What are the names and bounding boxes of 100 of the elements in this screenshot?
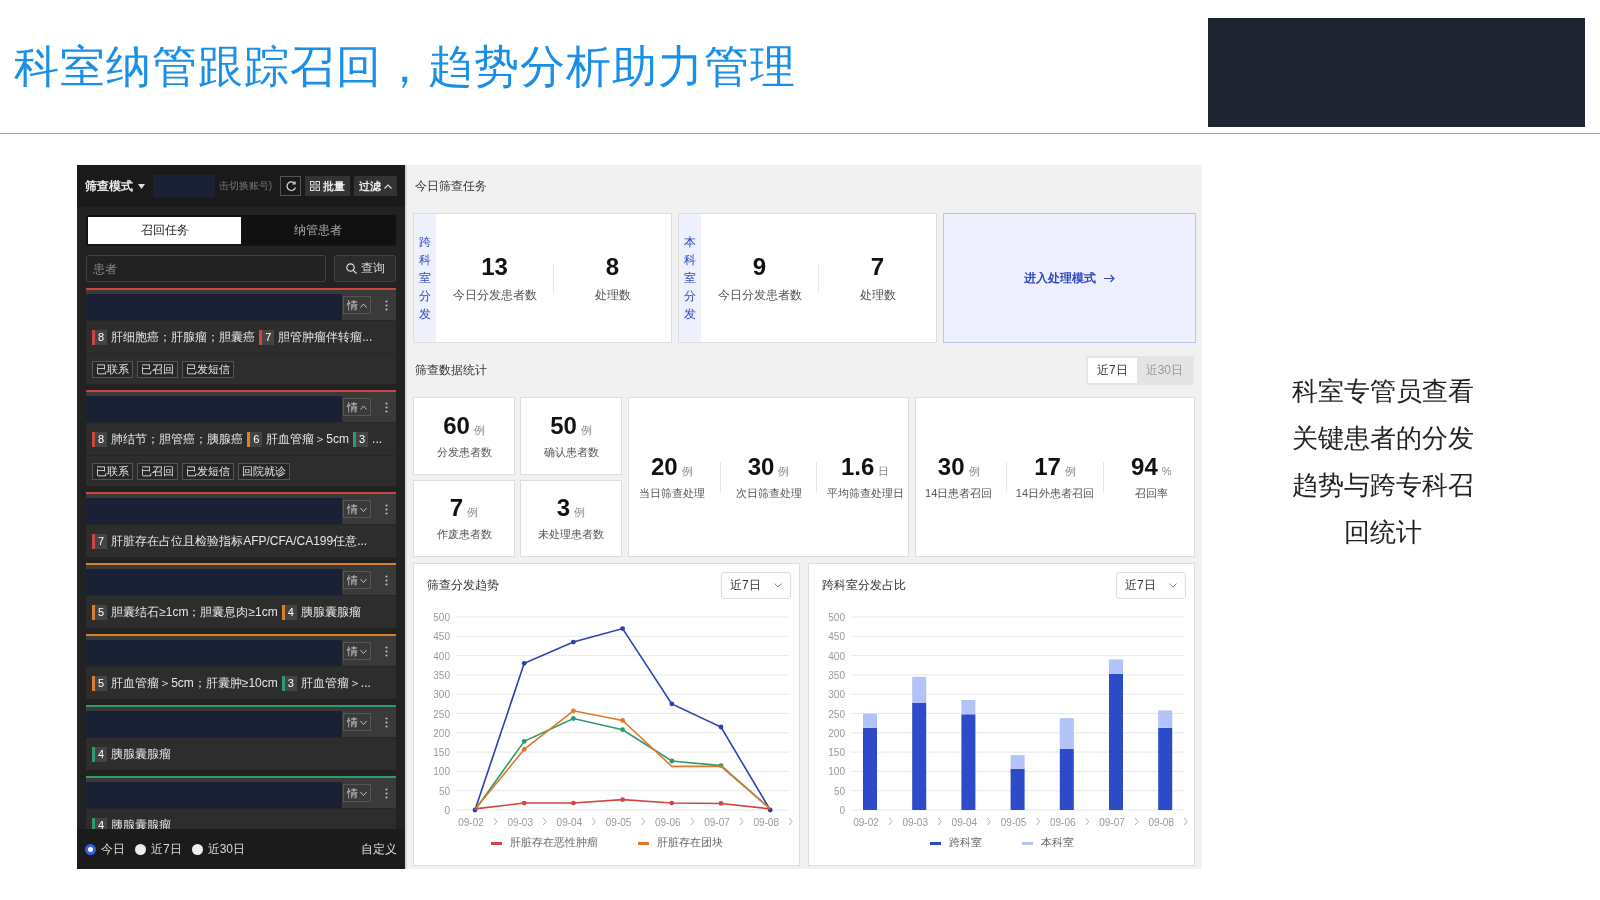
data-point <box>521 747 527 752</box>
caret-icon <box>360 404 367 410</box>
more-icon[interactable] <box>385 503 388 515</box>
chevron-icon <box>937 817 942 826</box>
range-radio[interactable]: 近30日 <box>191 840 246 858</box>
search-field[interactable]: 患者 <box>86 255 326 282</box>
tab[interactable]: 纳管患者 <box>241 217 394 244</box>
details-button[interactable]: 情 <box>343 642 371 660</box>
stat-value: 94 <box>1131 453 1158 481</box>
task-card[interactable]: 情 8 肝细胞癌；肝腺瘤；胆囊癌 7 胆管肿瘤伴转瘤... 已联系 已召回 已发短信 <box>86 288 396 384</box>
details-button[interactable]: 情 <box>343 296 371 314</box>
grade-badge: 3 <box>352 431 369 447</box>
axis-label: 09-04 <box>951 817 978 828</box>
axis-label: 0 <box>444 805 450 816</box>
axis-label: 09-03 <box>507 817 533 828</box>
details-button[interactable]: 情 <box>343 713 371 731</box>
diagnosis-text: 肝血管瘤＞5cm；肝囊肿≥10cm <box>111 674 278 692</box>
slide-caption: 科室专管员查看关键患者的分发趋势与跨专科召回统计 <box>1292 375 1474 549</box>
diagnosis-text: 肝细胞癌；肝腺瘤；胆囊癌 <box>111 328 256 346</box>
task-card[interactable]: 情 7 肝脏存在占位且检验指标AFP/CFA/CA199任意... <box>86 492 396 557</box>
enter-mode-button[interactable]: 进入处理模式 <box>943 213 1196 343</box>
axis-label: 250 <box>828 708 845 720</box>
task-card[interactable]: 情 5 肝血管瘤＞5cm；肝囊肿≥10cm 3 肝血管瘤＞... <box>86 634 396 699</box>
more-icon[interactable] <box>385 716 388 728</box>
filter-button[interactable]: 过滤 <box>354 176 397 196</box>
chevron-icon <box>641 817 646 826</box>
range-radio[interactable]: 近7日 <box>135 840 182 858</box>
data-point <box>620 727 625 733</box>
range-dropdown[interactable]: 近7日 <box>1116 571 1186 599</box>
axis-label: 09-07 <box>704 817 730 828</box>
axis-label: 100 <box>433 766 450 778</box>
stat-label: 14日外患者召回 <box>1015 486 1095 501</box>
refresh-button[interactable] <box>280 176 301 196</box>
more-icon[interactable] <box>385 787 388 799</box>
search-icon <box>345 263 357 274</box>
range-tab[interactable]: 近7日 <box>1087 357 1137 383</box>
mode-dropdown[interactable]: 筛查模式 <box>85 177 145 195</box>
axis-label: 09-02 <box>853 817 879 828</box>
grade-badge: 8 <box>92 431 108 447</box>
chevron-icon <box>1134 817 1139 826</box>
legend-swatch <box>929 841 941 845</box>
range-dropdown[interactable]: 近7日 <box>721 571 791 599</box>
section-title: 筛查数据统计 <box>415 361 487 379</box>
more-icon[interactable] <box>385 645 388 657</box>
account-hint: 击切换账号) <box>218 179 273 193</box>
data-point <box>521 660 527 666</box>
stat-label: 当日筛查处理 <box>638 486 705 501</box>
data-point <box>767 807 773 813</box>
diagnosis-text: 胆囊结石≥1cm；胆囊息肉≥1cm <box>111 603 278 621</box>
axis-label: 50 <box>833 785 845 797</box>
more-icon[interactable] <box>385 299 388 311</box>
stat-value: 30 <box>747 453 775 481</box>
stat-value: 8 <box>605 252 620 281</box>
axis-label: 300 <box>828 689 845 701</box>
diagnosis-text: 肝血管瘤＞5cm <box>266 430 349 448</box>
stat-label: 作废患者数 <box>436 527 492 543</box>
stat-label: 确认患者数 <box>543 444 599 460</box>
chevron-down-icon <box>1169 582 1177 588</box>
task-card[interactable]: 情 5 胆囊结石≥1cm；胆囊息肉≥1cm 4 胰腺囊腺瘤 <box>86 563 396 628</box>
stat-value: 9 <box>752 252 767 281</box>
tab[interactable]: 召回任务 <box>88 217 241 244</box>
radio-circle[interactable] <box>191 843 203 855</box>
custom-link[interactable]: 自定义 <box>361 840 397 858</box>
radio-label: 近30日 <box>207 840 246 858</box>
grade-badge: 5 <box>92 604 108 620</box>
more-icon[interactable] <box>385 574 388 586</box>
caret-down-icon <box>138 183 145 189</box>
range-radio[interactable]: 今日 <box>85 840 125 858</box>
data-point <box>718 724 724 730</box>
details-button[interactable]: 情 <box>343 784 371 802</box>
chevron-icon <box>986 817 991 826</box>
stat-label: 今日分发患者数 <box>717 286 802 304</box>
axis-label: 09-08 <box>1148 817 1174 828</box>
stat-label: 处理数 <box>594 286 631 304</box>
details-button[interactable]: 情 <box>343 571 371 589</box>
data-point <box>571 639 576 645</box>
stat-label: 今日分发患者数 <box>452 286 537 304</box>
data-point <box>669 800 675 806</box>
radio-circle[interactable] <box>135 843 146 855</box>
axis-label: 09-07 <box>1099 817 1125 828</box>
axis-label: 09-05 <box>605 817 632 828</box>
caret-icon <box>360 577 367 583</box>
task-card[interactable]: 情 4 胰腺囊腺瘤 <box>86 705 396 770</box>
axis-label: 250 <box>433 708 450 720</box>
axis-label: 150 <box>828 747 845 759</box>
task-card[interactable]: 情 8 肺结节；胆管癌；胰腺癌 6 肝血管瘤＞5cm 3 ... 已联系 已召回 已发短信 回院就诊 <box>86 390 396 486</box>
chevron-icon <box>788 817 793 826</box>
chevron-icon <box>542 817 547 826</box>
stat-value: 17 <box>1034 453 1061 481</box>
radio-circle[interactable] <box>85 843 96 855</box>
stat-value: 3 <box>556 494 571 523</box>
batch-button[interactable]: 批量 <box>305 176 350 196</box>
data-point <box>620 718 625 723</box>
axis-label: 400 <box>828 650 845 662</box>
details-button[interactable]: 情 <box>343 398 371 416</box>
search-button[interactable]: 查询 <box>334 255 396 282</box>
axis-label: 450 <box>433 631 450 643</box>
more-icon[interactable] <box>385 401 388 413</box>
details-button[interactable]: 情 <box>343 500 371 518</box>
vertical-label: 本科室分发 <box>679 214 701 342</box>
